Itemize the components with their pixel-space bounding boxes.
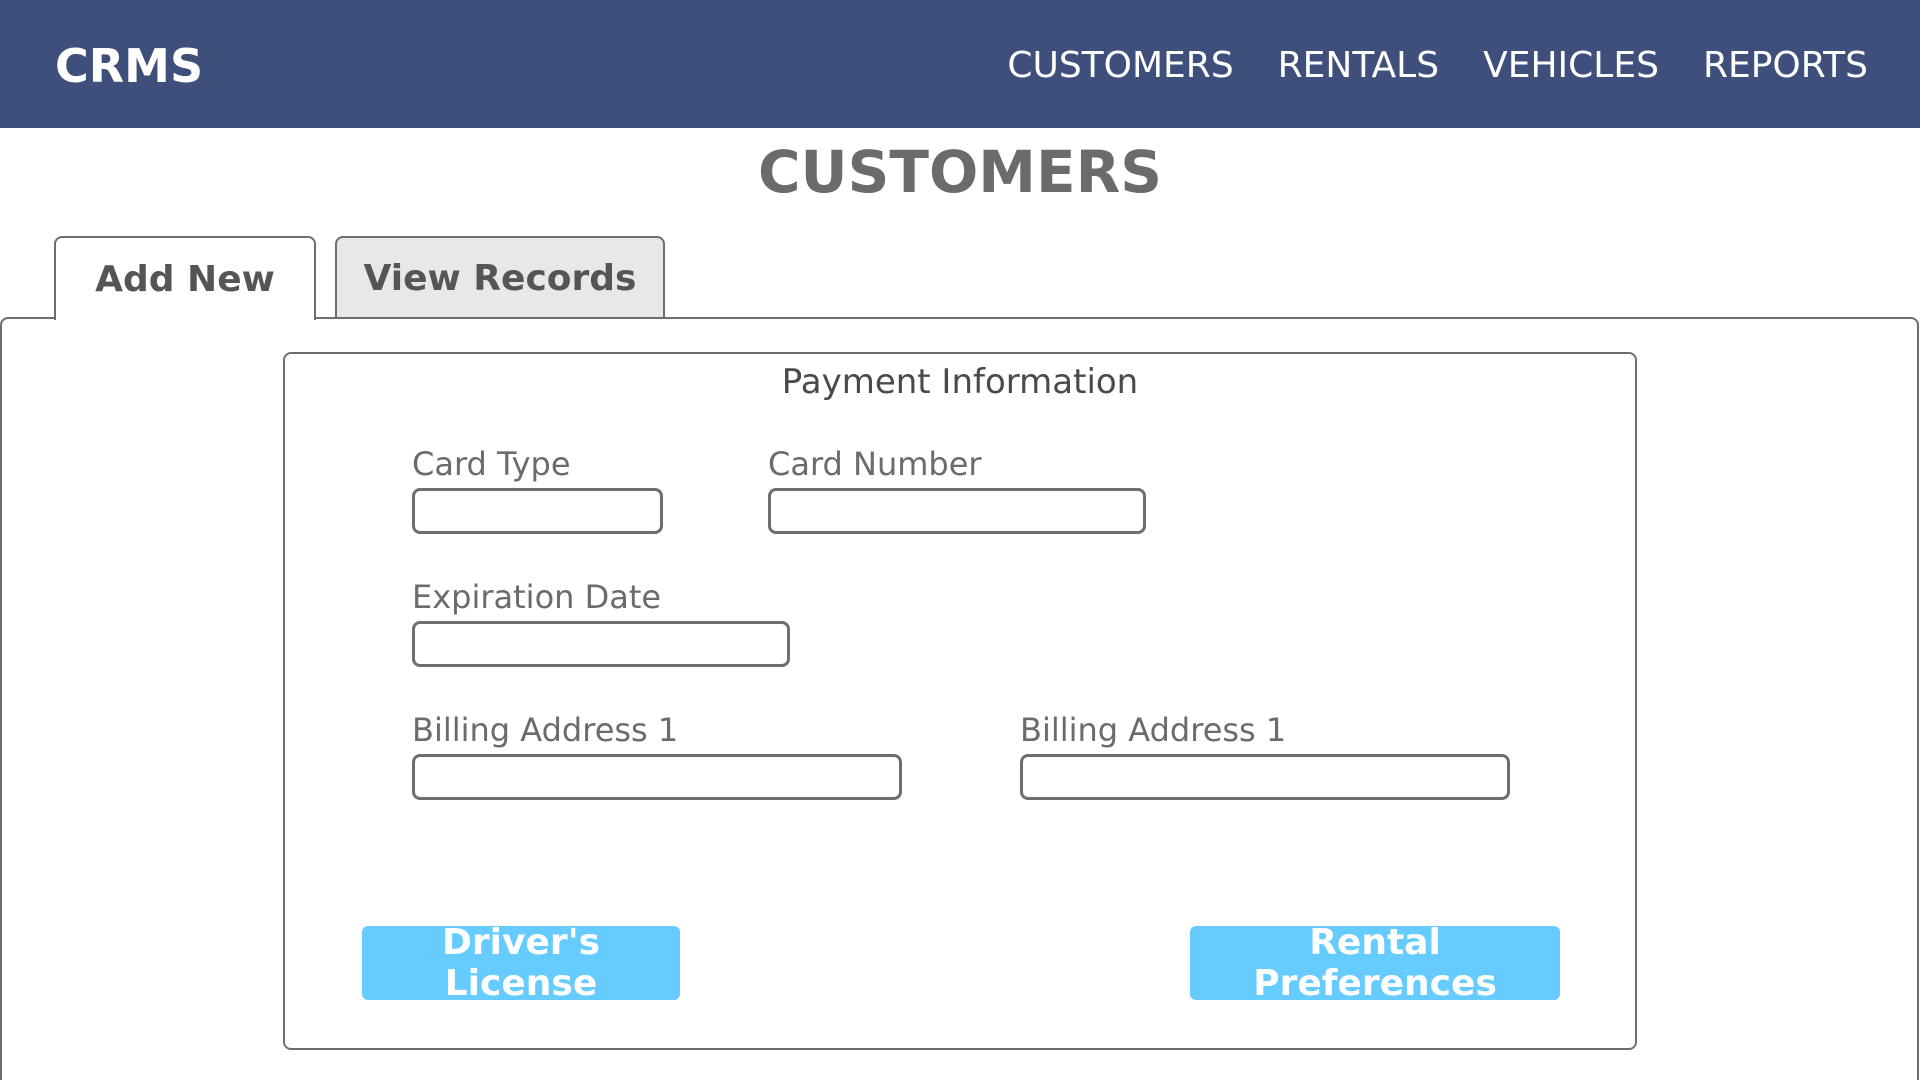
nav-reports[interactable]: REPORTS	[1703, 44, 1868, 88]
page-title: CUSTOMERS	[757, 138, 1163, 206]
rental-preferences-button[interactable]: Rental Preferences	[1190, 922, 1560, 1004]
tab-view-records[interactable]: View Records	[335, 236, 665, 318]
tab-add-new[interactable]: Add New	[54, 236, 316, 320]
drivers-license-button[interactable]: Driver's License	[362, 922, 680, 1004]
app-window: CRMS CUSTOMERS RENTALS VEHICLES REPORTS …	[0, 0, 1920, 1080]
card-number-label: Card Number	[768, 445, 982, 483]
top-navigation-bar: CRMS CUSTOMERS RENTALS VEHICLES REPORTS	[0, 0, 1920, 128]
expiration-date-label: Expiration Date	[412, 578, 662, 616]
panel-title: Payment Information	[781, 362, 1139, 402]
nav-vehicles[interactable]: VEHICLES	[1483, 44, 1659, 88]
payment-information-panel: Payment Information Card Type Card Numbe…	[283, 352, 1637, 1050]
billing-address-1-input[interactable]	[412, 754, 902, 800]
nav-customers[interactable]: CUSTOMERS	[1007, 44, 1233, 88]
billing-address-1-label: Billing Address 1	[412, 711, 679, 749]
billing-address-2-input[interactable]	[1020, 754, 1510, 800]
main-nav: CUSTOMERS RENTALS VEHICLES REPORTS	[1007, 44, 1868, 88]
card-number-input[interactable]	[768, 488, 1146, 534]
nav-rentals[interactable]: RENTALS	[1278, 44, 1439, 88]
card-type-input[interactable]	[412, 488, 663, 534]
expiration-date-input[interactable]	[412, 621, 790, 667]
app-brand: CRMS	[55, 39, 204, 93]
billing-address-2-label: Billing Address 1	[1020, 711, 1287, 749]
card-type-label: Card Type	[412, 445, 571, 483]
